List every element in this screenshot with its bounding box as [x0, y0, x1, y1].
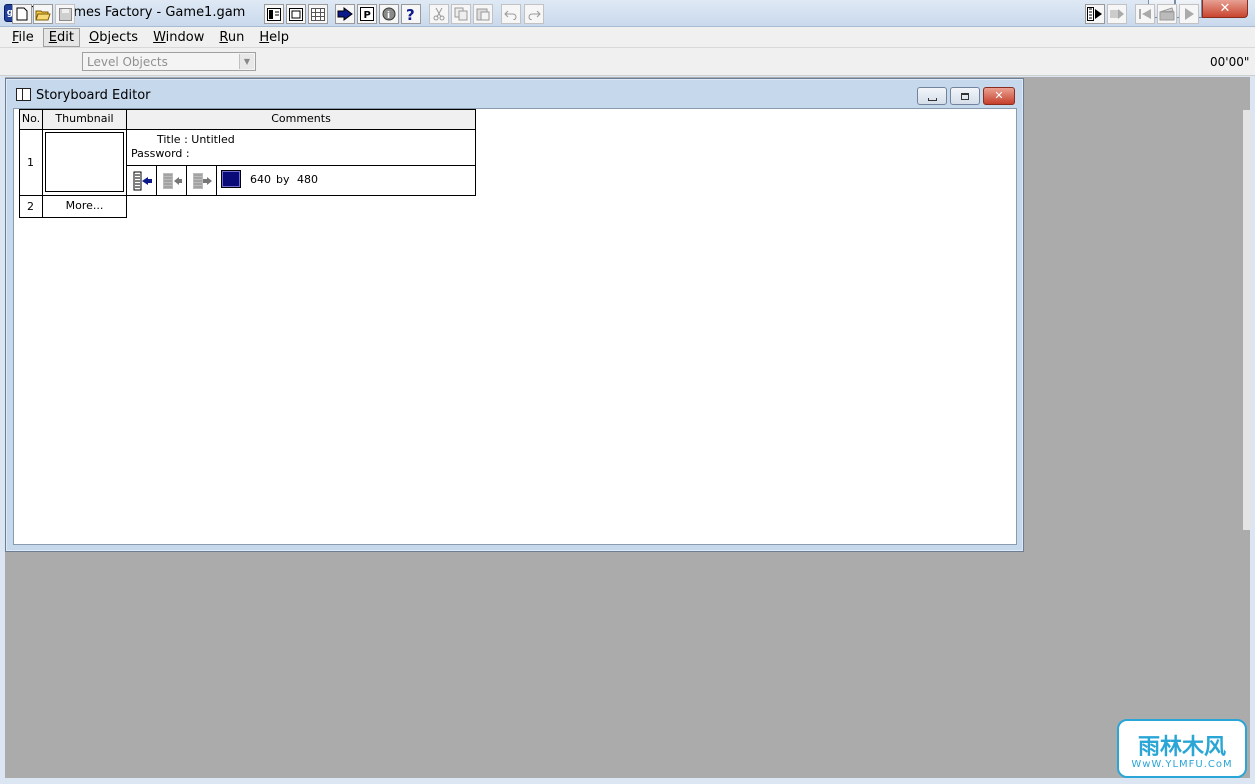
level-objects-select-value: Level Objects	[87, 55, 168, 69]
row-1-thumbnail[interactable]	[45, 132, 124, 192]
paste-button[interactable]	[473, 4, 493, 24]
storyboard-view-icon	[267, 7, 281, 21]
minimize-icon	[927, 97, 937, 101]
workspace-scroll-strip	[1243, 110, 1251, 530]
menu-objects[interactable]: Objects	[83, 28, 144, 47]
cut-button[interactable]	[429, 4, 449, 24]
skip-back-icon	[1139, 9, 1151, 19]
row-2-number: 2	[27, 200, 34, 213]
film-play-icon	[1087, 7, 1102, 21]
undo-icon	[504, 10, 517, 20]
help-button[interactable]: ?	[401, 4, 421, 24]
storyboard-window-icon	[16, 88, 31, 101]
row-1-title: Title : Untitled	[157, 133, 235, 146]
next-frame-button[interactable]	[1107, 4, 1127, 24]
level-order-button[interactable]	[127, 166, 157, 195]
play-icon	[1185, 8, 1194, 20]
row-1-password: Password :	[131, 147, 190, 160]
play-arrow-icon	[337, 7, 353, 21]
save-icon	[58, 7, 72, 21]
restart-button[interactable]	[1135, 4, 1155, 24]
menu-edit[interactable]: Edit	[42, 27, 80, 47]
menu-run[interactable]: Run	[213, 28, 250, 47]
storyboard-editor-window: Storyboard Editor ✕ No. Thumbnail Commen…	[5, 78, 1024, 552]
title-bar: gF The Games Factory - Game1.gam ✕	[0, 0, 1255, 27]
storyboard-client-area: No. Thumbnail Comments 1 Title : Untitle…	[13, 108, 1017, 545]
watermark-url-text: WwW.YLMFU.CoM	[1131, 759, 1233, 770]
copy-button[interactable]	[451, 4, 471, 24]
properties-button[interactable]: P	[357, 4, 377, 24]
level-editor-button[interactable]	[286, 4, 306, 24]
play-button[interactable]	[1179, 4, 1199, 24]
fade-out-transition-icon	[192, 172, 212, 189]
close-button[interactable]: ✕	[1202, 0, 1248, 18]
frame-width: 640	[250, 173, 271, 186]
redo-button[interactable]	[524, 4, 544, 24]
clapperboard-icon	[1159, 7, 1175, 21]
next-frame-icon	[1110, 9, 1124, 19]
redo-icon	[528, 10, 541, 20]
run-application-button[interactable]	[1085, 4, 1105, 24]
storyboard-view-button[interactable]	[264, 4, 284, 24]
background-color-swatch[interactable]	[221, 170, 241, 188]
restore-icon	[961, 92, 969, 100]
watermark-main-text: 雨林木风	[1137, 735, 1226, 760]
fade-out-transition-button[interactable]	[187, 166, 217, 195]
save-button[interactable]	[55, 4, 75, 24]
row-1-comments-cell[interactable]: Title : Untitled Password :	[126, 129, 476, 166]
column-header-thumbnail: Thumbnail	[42, 109, 127, 130]
level-objects-select[interactable]: Level Objects ▼	[82, 52, 256, 71]
row-1-thumbnail-cell[interactable]	[42, 129, 127, 196]
info-icon: i	[382, 7, 396, 21]
undo-button[interactable]	[501, 4, 521, 24]
row-2-number-cell: 2	[19, 195, 43, 218]
watermark-logo: 雨林木风 WwW.YLMFU.CoM	[1117, 719, 1247, 778]
menu-window[interactable]: Window	[147, 28, 210, 47]
fade-in-transition-icon	[162, 172, 182, 189]
svg-text:i: i	[387, 11, 390, 21]
copy-icon	[454, 7, 468, 21]
column-header-comments: Comments	[126, 109, 476, 130]
open-folder-icon	[35, 10, 51, 20]
level-order-icon	[133, 171, 152, 190]
level-editor-icon	[289, 7, 303, 21]
row-1-number-cell: 1	[19, 129, 43, 196]
column-header-no: No.	[19, 109, 43, 130]
paste-icon	[476, 8, 490, 21]
chevron-down-icon[interactable]: ▼	[239, 54, 254, 69]
svg-text:?: ?	[406, 7, 415, 22]
new-file-icon	[16, 7, 28, 21]
frame-size-by: by	[276, 173, 290, 186]
fade-in-transition-button[interactable]	[157, 166, 187, 195]
more-button[interactable]: More...	[42, 195, 127, 218]
properties-icon: P	[360, 7, 374, 21]
menu-bar: File Edit Objects Window Run Help	[0, 27, 1255, 48]
svg-text:P: P	[364, 10, 371, 21]
clapper-button[interactable]	[1157, 4, 1177, 24]
play-level-button[interactable]	[335, 4, 355, 24]
storyboard-maximize-button[interactable]	[950, 87, 980, 105]
close-icon: ✕	[1219, 0, 1231, 16]
new-button[interactable]	[12, 4, 32, 24]
frame-height: 480	[297, 173, 318, 186]
row-1-settings-cell: 640 by 480	[126, 165, 476, 196]
help-question-icon: ?	[406, 7, 415, 22]
info-button[interactable]: i	[379, 4, 399, 24]
cut-icon	[433, 7, 445, 21]
open-button[interactable]	[33, 4, 53, 24]
elapsed-time: 00'00"	[1210, 55, 1250, 69]
storyboard-close-button[interactable]: ✕	[983, 87, 1015, 105]
event-editor-icon	[311, 7, 325, 21]
event-editor-button[interactable]	[308, 4, 328, 24]
menu-help[interactable]: Help	[253, 28, 295, 47]
row-1-number: 1	[27, 156, 34, 169]
menu-file[interactable]: File	[6, 28, 40, 47]
storyboard-minimize-button[interactable]	[917, 87, 947, 105]
storyboard-window-title: Storyboard Editor	[36, 88, 151, 103]
close-icon: ✕	[994, 89, 1004, 102]
